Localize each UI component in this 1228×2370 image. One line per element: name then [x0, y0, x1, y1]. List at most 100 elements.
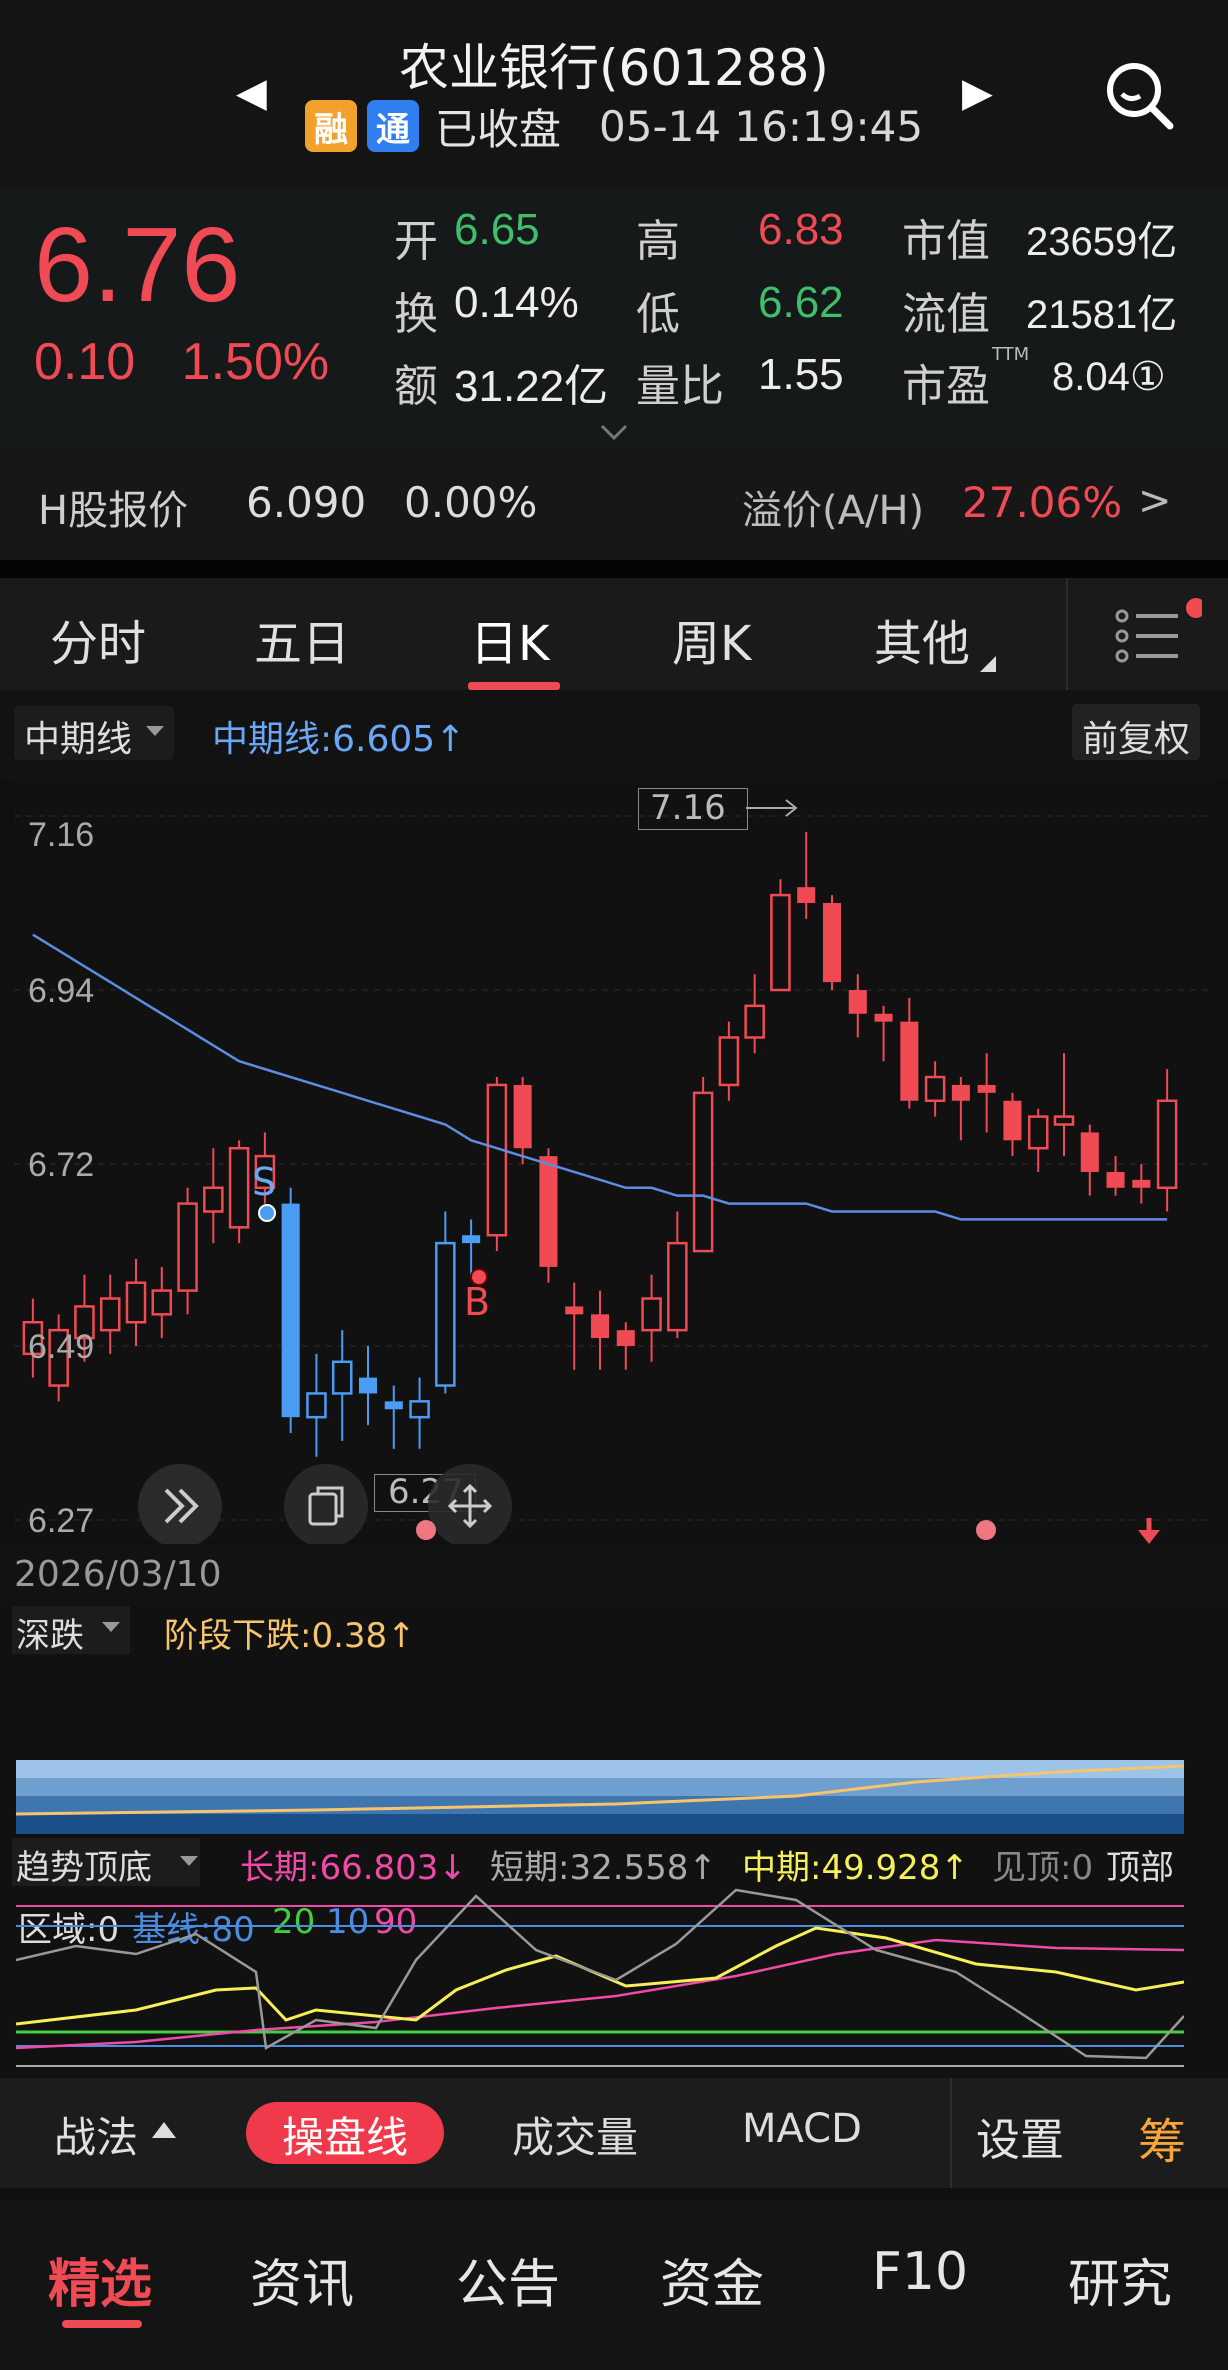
- nav-capital[interactable]: 资金: [660, 2242, 764, 2317]
- candle-body: [1132, 1179, 1151, 1188]
- candle-body: [203, 1186, 224, 1213]
- period-tabs: 分时 五日 日K 周K 其他: [0, 578, 1228, 690]
- float-value: 21581亿: [1026, 293, 1178, 337]
- candle-body: [848, 990, 867, 1014]
- hshare-price: 6.090: [246, 478, 367, 527]
- move-arrows-icon: [447, 1483, 493, 1529]
- candle-body: [331, 1360, 353, 1395]
- candle-body: [228, 1146, 250, 1229]
- candle-body: [692, 1091, 714, 1253]
- nav-announcements[interactable]: 公告: [456, 2242, 560, 2317]
- event-dot-icon: [976, 1520, 996, 1540]
- dropdown-triangle-icon: [102, 1622, 120, 1632]
- next-stock-arrow-icon[interactable]: ▶: [962, 70, 993, 116]
- event-dot-icon: [416, 1520, 436, 1540]
- active-indicator-label: 操盘线: [282, 2113, 409, 2162]
- pe-ttm-sup: TTM: [992, 344, 1030, 365]
- dropdown-triangle-icon: [146, 726, 164, 736]
- candle-body: [1003, 1100, 1022, 1141]
- buy-signal: B: [464, 1280, 491, 1324]
- nav-news[interactable]: 资讯: [250, 2242, 354, 2317]
- prev-stock-arrow-icon[interactable]: ◀: [236, 70, 267, 116]
- nav-featured[interactable]: 精选: [48, 2242, 152, 2317]
- kline-chart[interactable]: 7.16 6.94 6.72 6.49 6.27: [0, 780, 1228, 1540]
- candle-body: [590, 1314, 610, 1339]
- chip-button[interactable]: 筹: [1138, 2102, 1186, 2172]
- sub1-value: 阶段下跌:0.38↑: [164, 1616, 416, 1656]
- candle-body: [616, 1330, 635, 1346]
- candle-body: [1080, 1132, 1099, 1172]
- low-value: 6.62: [758, 278, 844, 327]
- tab-five-day[interactable]: 五日: [254, 604, 350, 674]
- candle-body: [1106, 1171, 1125, 1188]
- turnover-label: 换: [394, 289, 438, 340]
- peak-arrow-icon: [746, 799, 798, 817]
- more-arrow-icon[interactable]: >: [1138, 478, 1172, 524]
- nav-f10[interactable]: F10: [872, 2242, 968, 2302]
- candle-body: [977, 1084, 996, 1093]
- pe-label: 市盈: [902, 361, 990, 412]
- sell-dot-icon: [258, 1204, 276, 1222]
- header: 农业银行(601288) ◀ ▶ 融 通 已收盘 05-14 16:19:45: [0, 0, 1228, 186]
- high-label: 高: [636, 216, 680, 267]
- timestamp: 05-14 16:19:45: [599, 101, 924, 151]
- candle-body: [358, 1377, 378, 1394]
- market-status: 已收盘: [435, 104, 562, 154]
- change-amount: 0.10: [34, 333, 136, 391]
- pe-value[interactable]: 8.04①: [1052, 354, 1166, 400]
- candle-body: [822, 903, 842, 983]
- candle-body: [539, 1156, 558, 1267]
- candle-body: [924, 1075, 946, 1103]
- tab-daily-k[interactable]: 日K: [470, 604, 549, 674]
- candle-body: [462, 1235, 481, 1244]
- candle-body: [1156, 1099, 1178, 1190]
- chevron-down-icon[interactable]: [596, 420, 632, 444]
- tab-other[interactable]: 其他: [874, 604, 970, 674]
- candle-body: [1027, 1115, 1049, 1150]
- hshare-pct: 0.00%: [404, 478, 538, 527]
- price-change: 0.10 1.50%: [34, 332, 329, 392]
- bottom-nav: 精选 资讯 公告 资金 F10 研究: [0, 2200, 1228, 2370]
- amount-value: 31.22亿: [454, 362, 609, 411]
- macd-button[interactable]: MACD: [742, 2106, 862, 2152]
- margin-tag: 融: [305, 100, 357, 152]
- candle-body: [177, 1202, 198, 1292]
- tab-divider: [1066, 578, 1068, 690]
- dropdown-triangle-icon: [180, 1856, 198, 1866]
- volume-button[interactable]: 成交量: [512, 2104, 638, 2165]
- open-label: 开: [394, 216, 438, 267]
- hshare-row[interactable]: H股报价 6.090 0.00% 溢价(A/H) 27.06% >: [0, 448, 1228, 560]
- status-row: 融 通 已收盘 05-14 16:19:45: [305, 96, 923, 156]
- corner-triangle-icon: [980, 656, 996, 672]
- volratio-label: 量比: [636, 361, 724, 412]
- candle-body: [435, 1241, 456, 1387]
- last-price: 6.76: [34, 206, 241, 324]
- chart-background: [14, 780, 1214, 1540]
- hshare-label: H股报价: [38, 488, 189, 534]
- y-tick-label: 6.94: [28, 972, 94, 1010]
- deep-drop-band: [16, 1760, 1184, 1836]
- toolbar-divider: [950, 2078, 952, 2188]
- nav-research[interactable]: 研究: [1068, 2242, 1172, 2317]
- candle-body: [306, 1392, 327, 1419]
- candle-body: [874, 1013, 893, 1022]
- stock-title: 农业银行(601288): [399, 39, 829, 97]
- active-tab-indicator: [468, 682, 560, 690]
- candle-body: [770, 893, 791, 992]
- candle-body: [1053, 1115, 1075, 1126]
- peak-label: 7.16: [650, 788, 726, 828]
- tab-weekly-k[interactable]: 周K: [672, 604, 751, 674]
- candle-body: [900, 1021, 919, 1101]
- candle-body: [797, 887, 816, 904]
- strategy-button[interactable]: 战法: [54, 2104, 138, 2165]
- settings-button[interactable]: 设置: [976, 2104, 1064, 2168]
- down-arrow-icon: [1138, 1518, 1160, 1544]
- tab-intraday[interactable]: 分时: [50, 604, 146, 674]
- divider: [0, 560, 1228, 578]
- candle-body: [744, 1004, 765, 1039]
- candle-body: [125, 1281, 147, 1324]
- premium-label: 溢价(A/H): [742, 488, 925, 534]
- menu-list-icon[interactable]: [1112, 598, 1202, 668]
- search-icon[interactable]: [1100, 56, 1180, 136]
- indicator-name: 中期线: [24, 719, 133, 760]
